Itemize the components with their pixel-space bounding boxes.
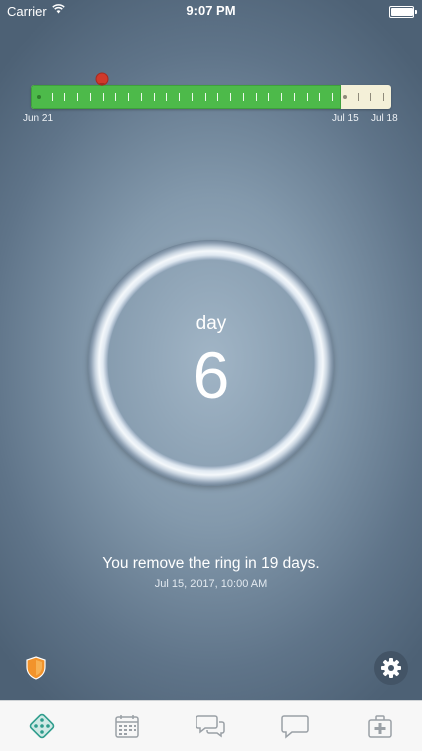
timeline-tick (217, 93, 219, 101)
timeline-tick (51, 93, 53, 101)
timeline-tick (319, 93, 321, 101)
timeline-dot (37, 95, 41, 99)
timeline-tick (115, 93, 117, 101)
timeline-tick (268, 93, 270, 101)
timeline-tick (102, 93, 104, 101)
timeline-end-date: Jul 18 (371, 113, 398, 124)
status-bar: Carrier 9:07 PM (0, 0, 422, 22)
tab-health[interactable] (338, 701, 422, 751)
timeline-start-date: Jun 21 (23, 113, 54, 124)
current-day-marker[interactable] (95, 72, 109, 86)
medical-kit-icon (368, 715, 392, 738)
gear-icon (381, 658, 401, 678)
timeline-tick (230, 93, 232, 101)
battery-icon (389, 6, 417, 18)
timeline-tick (332, 93, 334, 101)
status-time: 9:07 PM (186, 3, 236, 18)
removal-message: You remove the ring in 19 days. (102, 555, 320, 572)
timeline-tick (77, 93, 79, 101)
timeline-tick (383, 93, 384, 101)
timeline-tick (204, 93, 206, 101)
tab-pill-pack[interactable] (0, 701, 84, 751)
tab-messages[interactable] (253, 701, 337, 751)
timeline-tick (357, 93, 359, 101)
timeline-tick (140, 93, 142, 101)
tab-community[interactable] (169, 701, 253, 751)
timeline-tick (281, 93, 283, 101)
timeline-tick (89, 93, 91, 101)
settings-button[interactable] (374, 651, 408, 685)
shield-icon[interactable] (25, 656, 47, 680)
timeline-removal-date: Jul 15 (332, 113, 359, 124)
timeline-tick (64, 93, 66, 101)
speech-bubble-icon (281, 715, 310, 739)
day-number: 6 (192, 338, 230, 412)
timeline-dot (342, 95, 347, 99)
timeline-tick (293, 93, 295, 101)
timeline-tick (255, 93, 257, 101)
timeline-tick (179, 93, 181, 101)
day-label: day (195, 313, 227, 334)
removal-datetime: Jul 15, 2017, 10:00 AM (154, 578, 268, 590)
calendar-icon (114, 715, 139, 738)
timeline-tick (166, 93, 168, 101)
timeline-tick (153, 93, 155, 101)
timeline-tick (128, 93, 130, 101)
timeline-tick (191, 93, 193, 101)
tab-bar (0, 700, 422, 751)
chat-bubbles-icon (196, 715, 225, 738)
timeline-tick (370, 93, 372, 101)
pill-pack-icon (29, 713, 55, 739)
timeline-tick (306, 93, 308, 101)
tab-calendar[interactable] (84, 701, 168, 751)
timeline-tick (242, 93, 244, 101)
cycle-timeline[interactable] (31, 72, 391, 109)
